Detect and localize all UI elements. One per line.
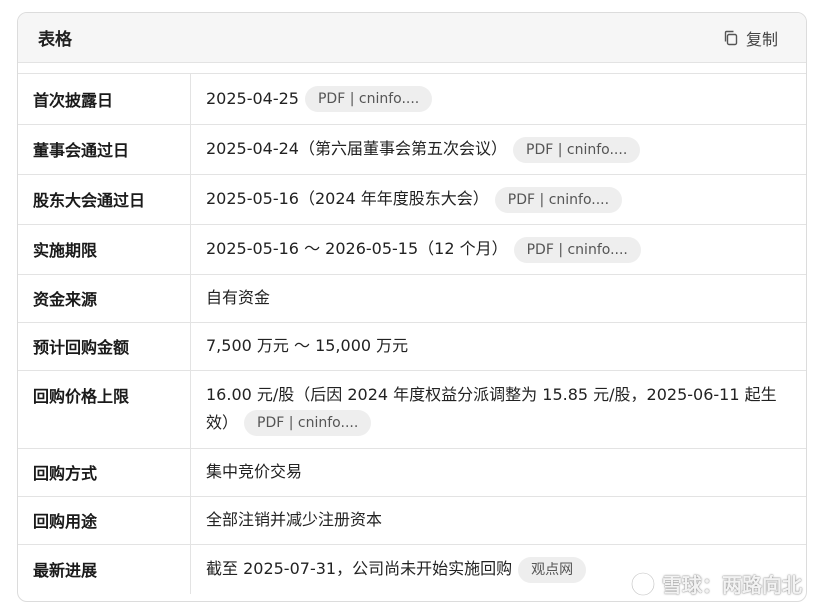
table-row: 回购方式 集中竞价交易 <box>18 448 806 497</box>
row-value: 截至 2025-07-31，公司尚未开始实施回购 <box>206 559 513 579</box>
copy-icon <box>723 30 739 46</box>
row-value-cell: 全部注销并减少注册资本 <box>190 496 806 545</box>
data-table: 首次披露日 2025-04-25 PDF | cninfo.... 董事会通过日 202… <box>18 74 806 594</box>
row-label: 回购方式 <box>18 448 191 497</box>
row-value-cell: 集中竞价交易 <box>190 448 806 497</box>
table-row: 实施期限 2025-05-16 ～ 2026-05-15（12 个月） PDF | … <box>18 224 806 275</box>
row-label: 最新进展 <box>18 544 191 594</box>
row-label: 股东大会通过日 <box>18 174 191 225</box>
table-row: 首次披露日 2025-04-25 PDF | cninfo.... <box>18 74 806 125</box>
table-row: 最新进展 截至 2025-07-31，公司尚未开始实施回购 观点网 <box>18 544 806 594</box>
row-value: 2025-05-16 ～ 2026-05-15（12 个月） <box>206 239 508 258</box>
row-value: 2025-04-25 <box>206 88 299 108</box>
row-value: 7,500 万元 ～ 15,000 万元 <box>206 336 409 355</box>
row-value: 集中竞价交易 <box>206 462 303 481</box>
table-row: 回购价格上限 16.00 元/股（后因 2024 年度权益分派调整为 15.85 … <box>18 370 806 449</box>
copy-button[interactable]: 复制 <box>723 26 778 50</box>
table-row: 回购用途 全部注销并减少注册资本 <box>18 496 806 545</box>
row-label: 回购用途 <box>18 496 191 545</box>
row-value-cell: 2025-05-16（2024 年年度股东大会） PDF | cninfo.... <box>190 174 806 225</box>
row-value: 自有资金 <box>206 288 271 307</box>
table-top-spacer <box>18 63 806 74</box>
row-label: 首次披露日 <box>18 74 191 125</box>
source-link-pill[interactable]: PDF | cninfo.... <box>513 136 641 163</box>
table-header: 表格 复制 <box>18 13 806 63</box>
row-value-cell: 2025-04-24（第六届董事会第五次会议） PDF | cninfo.... <box>190 124 806 175</box>
row-value-cell: 16.00 元/股（后因 2024 年度权益分派调整为 15.85 元/股，20… <box>190 370 806 449</box>
row-value: 2025-04-24（第六届董事会第五次会议） <box>206 139 507 158</box>
row-label: 资金来源 <box>18 274 191 323</box>
copy-label: 复制 <box>745 29 778 49</box>
source-link-pill[interactable]: PDF | cninfo.... <box>513 236 641 263</box>
table-card: 表格 复制 首次披露日 2025-04-25 PDF | cninfo.... 董事会… <box>17 12 807 602</box>
row-label: 回购价格上限 <box>18 370 191 449</box>
row-value-cell: 2025-04-25 PDF | cninfo.... <box>190 74 806 125</box>
source-link-pill[interactable]: PDF | cninfo.... <box>304 86 433 113</box>
table-row: 股东大会通过日 2025-05-16（2024 年年度股东大会） PDF | cni… <box>18 174 806 225</box>
row-value: 2025-05-16（2024 年年度股东大会） <box>206 189 489 208</box>
table-row: 资金来源 自有资金 <box>18 274 806 323</box>
source-link-pill[interactable]: 观点网 <box>518 556 587 583</box>
source-link-pill[interactable]: PDF | cninfo.... <box>244 410 372 436</box>
row-value-cell: 截至 2025-07-31，公司尚未开始实施回购 观点网 <box>191 544 807 594</box>
row-label: 实施期限 <box>18 224 191 275</box>
row-value-cell: 自有资金 <box>190 274 806 323</box>
row-label: 董事会通过日 <box>18 124 191 175</box>
table-row: 预计回购金额 7,500 万元 ～ 15,000 万元 <box>18 322 806 371</box>
row-value-cell: 7,500 万元 ～ 15,000 万元 <box>190 322 806 371</box>
table-row: 董事会通过日 2025-04-24（第六届董事会第五次会议） PDF | cninf… <box>18 124 806 175</box>
row-value: 全部注销并减少注册资本 <box>206 510 383 529</box>
table-title: 表格 <box>38 30 72 50</box>
row-label: 预计回购金额 <box>18 322 191 371</box>
source-link-pill[interactable]: PDF | cninfo.... <box>494 186 623 213</box>
row-value-cell: 2025-05-16 ～ 2026-05-15（12 个月） PDF | cnin… <box>190 224 806 275</box>
